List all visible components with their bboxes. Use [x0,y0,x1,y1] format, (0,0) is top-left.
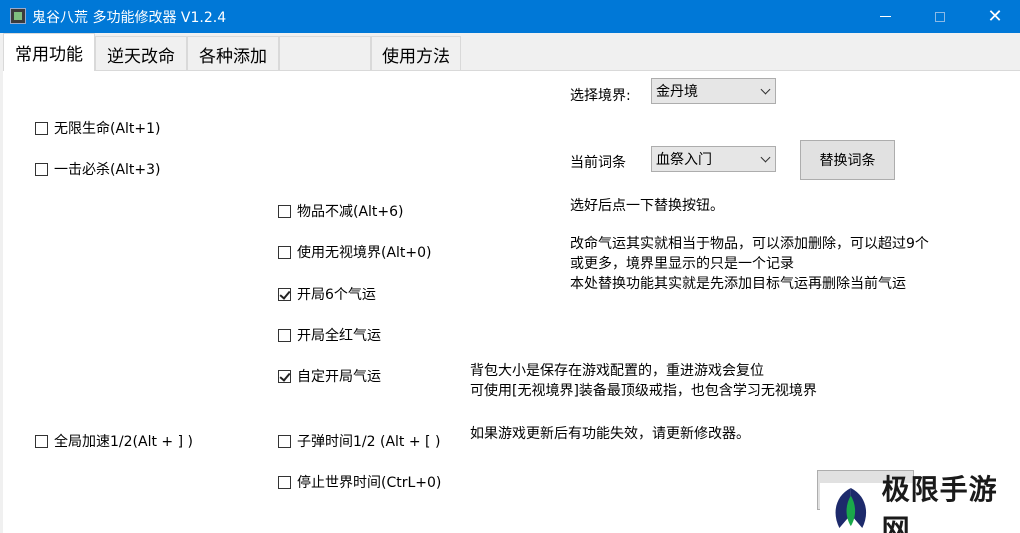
maximize-icon [935,11,945,22]
minimize-icon [879,16,891,17]
tab-blank[interactable] [279,36,371,71]
window-title: 鬼谷八荒 多功能修改器 V1.2.4 [32,10,227,26]
leaf-logo-icon [835,487,867,529]
use-ignore-realm-checkbox[interactable]: 使用无视境界(Alt+0) [278,242,432,262]
fortune-note-line: 或更多，境界里显示的只是一个记录 [570,256,794,272]
checkbox-label: 停止世界时间(CtrL+0) [297,475,442,491]
title-bar: 鬼谷八荒 多功能修改器 V1.2.4 ✕ [0,0,1020,33]
checkbox-box[interactable] [35,434,48,448]
tab-usage[interactable]: 使用方法 [371,36,461,71]
checkbox-box[interactable] [35,121,48,135]
chevron-down-icon [760,84,771,95]
checkbox-label: 子弹时间1/2 (Alt + [ ) [297,434,441,450]
infinite-life-checkbox[interactable]: 无限生命(Alt+1) [35,118,161,138]
checkbox-box[interactable] [278,204,291,218]
checkbox-label: 物品不减(Alt+6) [297,204,404,220]
app-icon [10,8,26,24]
start-6-fortune-checkbox[interactable]: 开局6个气运 [278,284,376,304]
checkbox-label: 开局6个气运 [297,287,376,303]
watermark: 极限手游网 [820,473,1020,533]
checkbox-box[interactable] [35,162,48,176]
items-no-decrease-checkbox[interactable]: 物品不减(Alt+6) [278,201,404,221]
minimize-button[interactable] [862,0,908,33]
close-icon: ✕ [987,6,1003,27]
checkbox-box[interactable] [278,434,291,448]
tab-add-items[interactable]: 各种添加 [187,36,279,71]
entry-select-value: 血祭入门 [656,152,712,168]
one-hit-kill-checkbox[interactable]: 一击必杀(Alt+3) [35,159,161,179]
realm-label: 选择境界: [570,88,631,104]
tab-bar: 常用功能 逆天改命 各种添加 使用方法 [0,33,1020,71]
fortune-note: 改命气运其实就相当于物品，可以添加删除，可以超过9个 或更多，境界里显示的只是一… [570,234,929,294]
start-all-red-fortune-checkbox[interactable]: 开局全红气运 [278,325,381,345]
checkbox-label: 开局全红气运 [297,328,381,344]
checkbox-label: 一击必杀(Alt+3) [54,162,161,178]
checkbox-label: 全局加速1/2(Alt + ] ) [54,434,193,450]
bag-note-line: 可使用[无视境界]装备最顶级戒指，也包含学习无视境界 [470,383,817,399]
checkbox-label: 自定开局气运 [297,369,381,385]
checkbox-box[interactable] [278,328,291,342]
checkbox-box[interactable] [278,245,291,259]
custom-start-fortune-checkbox[interactable]: 自定开局气运 [278,366,381,386]
realm-select-value: 金丹境 [656,84,698,100]
bag-note-line: 背包大小是保存在游戏配置的，重进游戏会复位 [470,363,764,379]
checkbox-box[interactable] [278,475,291,489]
bullet-time-checkbox[interactable]: 子弹时间1/2 (Alt + [ ) [278,431,440,451]
watermark-text: 极限手游网 [881,473,998,533]
chevron-down-icon [760,152,771,163]
stop-world-time-checkbox[interactable]: 停止世界时间(CtrL+0) [278,472,441,492]
checkbox-box[interactable] [278,287,291,301]
replace-entry-button[interactable]: 替换词条 [800,140,895,180]
maximize-button[interactable] [917,0,963,33]
fortune-note-line: 改命气运其实就相当于物品，可以添加删除，可以超过9个 [570,236,929,252]
tab-change-fate[interactable]: 逆天改命 [95,36,187,71]
entry-label: 当前词条 [570,155,626,171]
entry-select[interactable]: 血祭入门 [651,146,776,172]
tab-common-functions[interactable]: 常用功能 [3,33,95,71]
realm-select[interactable]: 金丹境 [651,78,776,104]
global-speed-checkbox[interactable]: 全局加速1/2(Alt + ] ) [35,431,193,451]
checkbox-box[interactable] [278,369,291,383]
replace-hint: 选好后点一下替换按钮。 [570,198,724,214]
update-note: 如果游戏更新后有功能失效，请更新修改器。 [470,426,750,442]
checkbox-label: 无限生命(Alt+1) [54,121,161,137]
bag-note: 背包大小是保存在游戏配置的，重进游戏会复位 可使用[无视境界]装备最顶级戒指，也… [470,361,817,401]
checkbox-label: 使用无视境界(Alt+0) [297,245,432,261]
fortune-note-line: 本处替换功能其实就是先添加目标气运再删除当前气运 [570,276,906,292]
close-button[interactable]: ✕ [972,0,1018,33]
